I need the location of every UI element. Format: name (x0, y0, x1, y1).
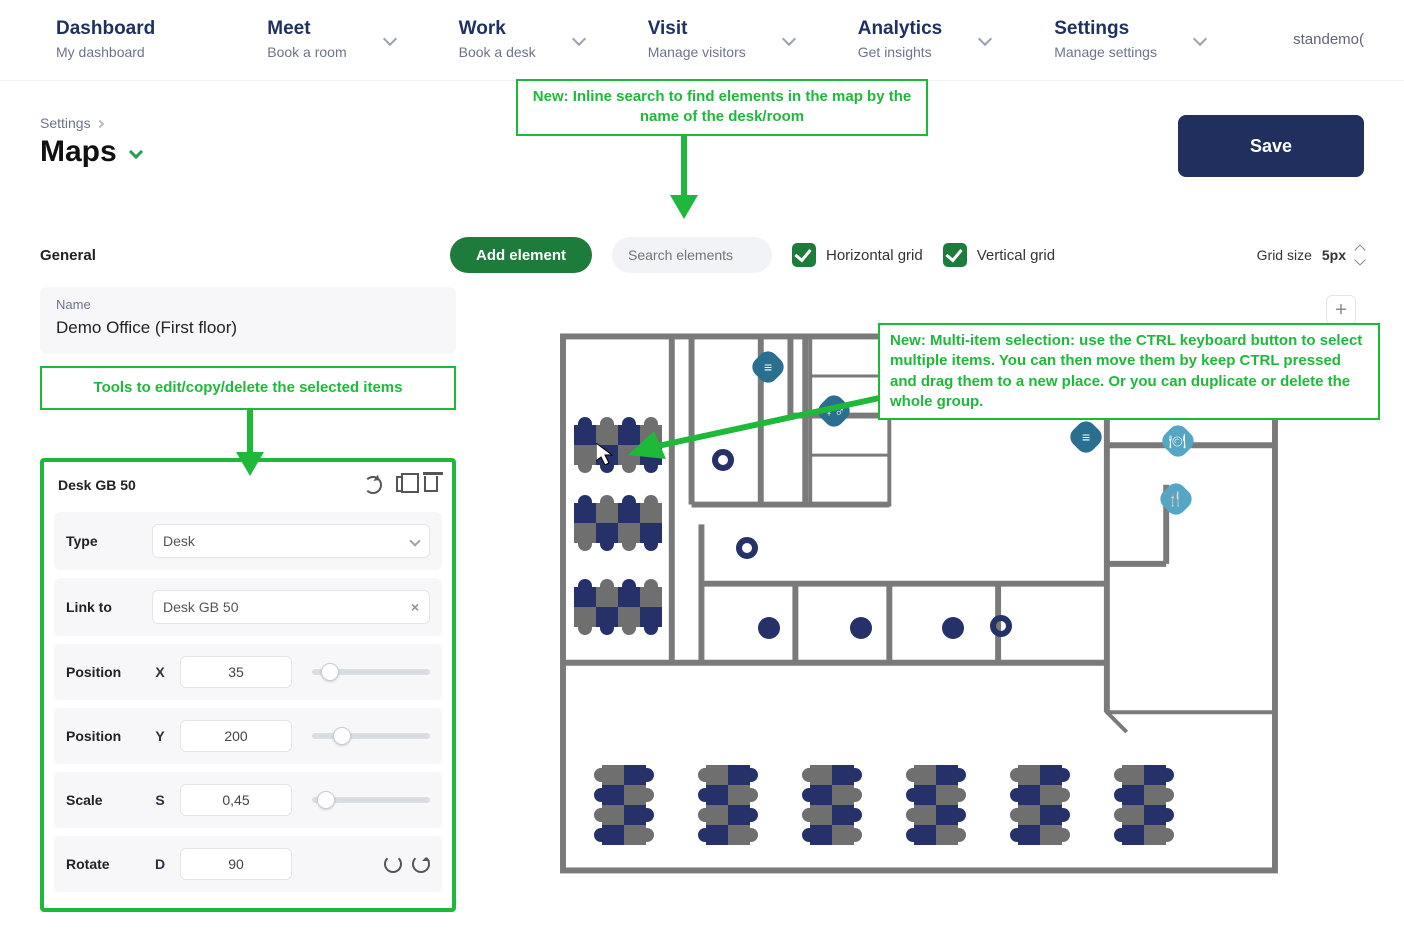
refresh-icon[interactable] (364, 476, 382, 494)
room-marker[interactable] (990, 615, 1012, 637)
link-select[interactable]: Desk GB 50× (152, 590, 430, 624)
scale-slider[interactable] (312, 797, 430, 803)
page-title[interactable]: Maps (40, 135, 141, 169)
map-name-card[interactable]: Name Demo Office (First floor) (40, 287, 456, 354)
search-input[interactable] (612, 237, 772, 273)
copy-icon[interactable] (396, 476, 410, 492)
desk-cluster[interactable] (1018, 765, 1062, 845)
map-name-label: Name (56, 297, 440, 312)
nav-meet[interactable]: Meet Book a room (251, 16, 362, 62)
map-toolbar: General Add element Horizontal grid Vert… (0, 221, 1404, 287)
chevron-down-icon (978, 32, 992, 46)
horizontal-grid-checkbox[interactable]: Horizontal grid (792, 243, 923, 267)
desk-cluster[interactable] (810, 765, 854, 845)
nav-work[interactable]: Work Book a desk (443, 16, 552, 62)
prop-rotate: Rotate D (54, 836, 442, 892)
desk-cluster[interactable] (602, 765, 646, 845)
nav-user[interactable]: standemo( (1293, 31, 1364, 48)
annotation-arrow-icon (664, 131, 704, 221)
desk-cluster[interactable] (706, 765, 750, 845)
breadcrumb[interactable]: Settings (40, 115, 141, 131)
annotation-arrow-icon (614, 387, 894, 467)
room-marker[interactable] (850, 617, 872, 639)
scale-input[interactable] (180, 784, 292, 816)
nav-analytics[interactable]: Analytics Get insights (842, 16, 958, 62)
vertical-grid-checkbox[interactable]: Vertical grid (943, 243, 1055, 267)
prop-scale: Scale S (54, 772, 442, 828)
rotate-ccw-icon[interactable] (384, 855, 402, 873)
chevron-down-icon (129, 145, 143, 159)
selected-item-title: Desk GB 50 (58, 477, 136, 493)
position-y-input[interactable] (180, 720, 292, 752)
properties-panel: Desk GB 50 Type Desk Link to Desk GB 50×… (40, 458, 456, 912)
desk-cluster[interactable] (914, 765, 958, 845)
left-panel: Name Demo Office (First floor) Tools to … (40, 287, 456, 912)
chevron-down-icon (782, 32, 796, 46)
position-x-input[interactable] (180, 656, 292, 688)
rotate-cw-icon[interactable] (412, 855, 430, 873)
prop-type: Type Desk (54, 512, 442, 570)
cursor-icon (596, 443, 614, 465)
nav-title: Dashboard (56, 18, 155, 40)
rotate-input[interactable] (180, 848, 292, 880)
annotation-tools: Tools to edit/copy/delete the selected i… (40, 366, 456, 410)
grid-size-stepper[interactable]: Grid size 5px (1257, 246, 1364, 264)
annotation-arrow-icon (230, 408, 270, 478)
chevron-down-icon (409, 535, 420, 546)
desk-cluster[interactable] (574, 503, 662, 543)
check-icon (792, 243, 816, 267)
prop-link-to: Link to Desk GB 50× (54, 578, 442, 636)
main-content: Name Demo Office (First floor) Tools to … (0, 287, 1404, 952)
top-nav: Dashboard My dashboard Meet Book a room … (0, 0, 1404, 81)
page-header: Settings Maps New: Inline search to find… (0, 81, 1404, 201)
position-x-slider[interactable] (312, 669, 430, 675)
map-name-value: Demo Office (First floor) (56, 318, 440, 338)
chevron-right-icon (95, 120, 103, 128)
map-canvas[interactable]: + New: Multi-item selection: use the CTR… (474, 287, 1364, 897)
nav-dashboard[interactable]: Dashboard My dashboard (40, 16, 171, 62)
clear-icon[interactable]: × (411, 599, 419, 615)
prop-position-y: Position Y (54, 708, 442, 764)
nav-sub: My dashboard (56, 44, 155, 60)
nav-visit[interactable]: Visit Manage visitors (632, 16, 762, 62)
chevron-down-icon (383, 32, 397, 46)
annotation-search: New: Inline search to find elements in t… (516, 79, 928, 136)
check-icon (943, 243, 967, 267)
zoom-in-button[interactable]: + (1326, 295, 1356, 325)
chevron-down-icon (1193, 32, 1207, 46)
chevron-down-icon[interactable] (1354, 254, 1365, 265)
type-select[interactable]: Desk (152, 524, 430, 558)
desk-cluster[interactable] (574, 587, 662, 627)
room-marker[interactable] (736, 537, 758, 559)
position-y-slider[interactable] (312, 733, 430, 739)
room-marker[interactable] (758, 617, 780, 639)
trash-icon[interactable] (424, 476, 438, 492)
prop-position-x: Position X (54, 644, 442, 700)
save-button[interactable]: Save (1178, 115, 1364, 177)
tab-general[interactable]: General (40, 247, 430, 264)
nav-settings[interactable]: Settings Manage settings (1038, 16, 1173, 62)
annotation-multi-select: New: Multi-item selection: use the CTRL … (878, 323, 1380, 420)
chevron-down-icon (572, 32, 586, 46)
room-marker[interactable] (942, 617, 964, 639)
desk-cluster[interactable] (1122, 765, 1166, 845)
add-element-button[interactable]: Add element (450, 237, 592, 273)
